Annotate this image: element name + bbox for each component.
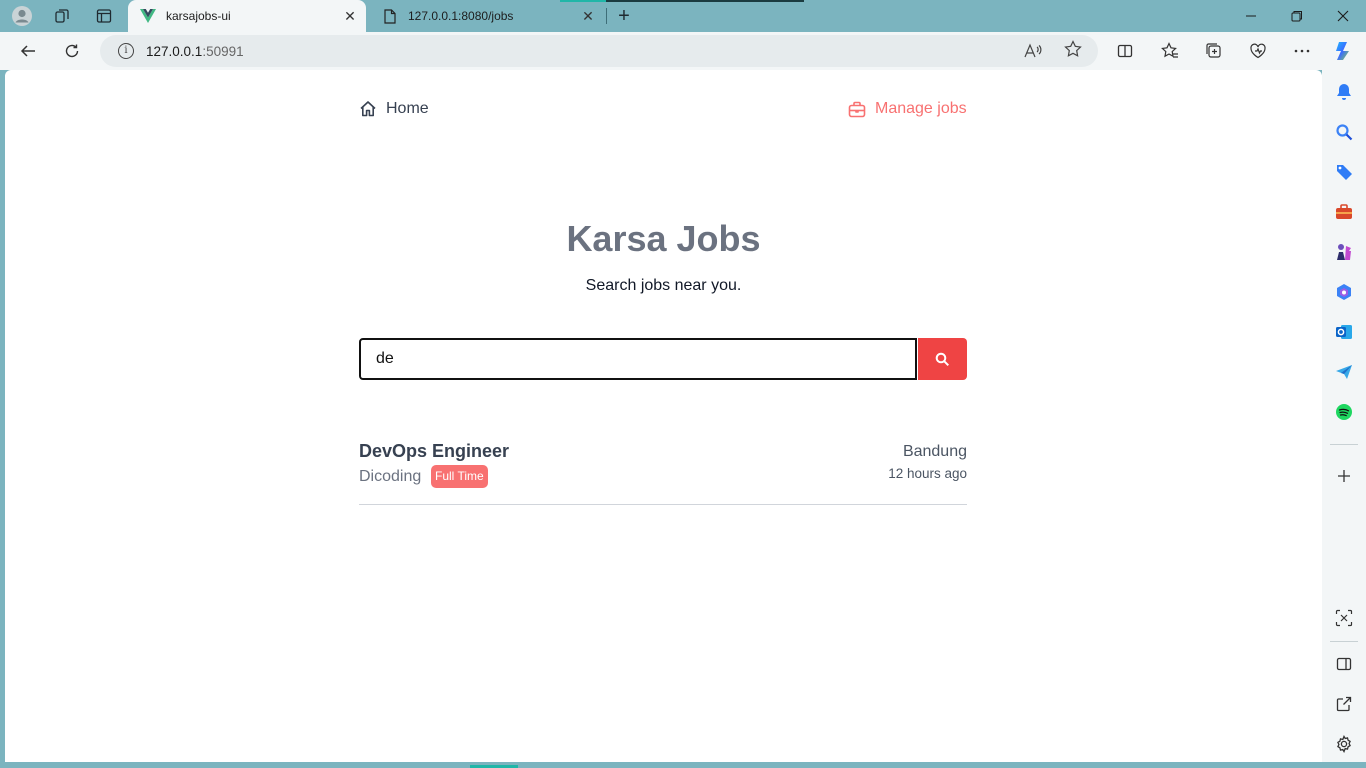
workspaces-icon[interactable] [48, 4, 76, 28]
read-aloud-icon[interactable] [1024, 43, 1042, 62]
briefcase-icon [848, 101, 866, 117]
page-title: Karsa Jobs [566, 218, 761, 259]
job-list-item[interactable]: DevOps Engineer Dicoding Full Time Bandu… [359, 438, 967, 505]
refresh-button[interactable] [58, 37, 86, 65]
close-window-button[interactable] [1320, 0, 1366, 32]
address-bar[interactable]: i 127.0.0.1:50991 [100, 35, 1098, 67]
profile-avatar-icon[interactable] [8, 4, 36, 28]
page-subtitle: Search jobs near you. [585, 277, 742, 294]
favorite-star-icon[interactable] [1064, 40, 1082, 63]
nav-manage-label: Manage jobs [875, 100, 967, 117]
spotify-icon[interactable] [1332, 400, 1356, 424]
nav-home-link[interactable]: Home [359, 100, 429, 118]
home-icon [360, 101, 376, 117]
vue-logo-icon [140, 8, 156, 24]
more-menu-icon[interactable] [1288, 37, 1316, 65]
job-location: Bandung [902, 443, 967, 460]
tab-karsajobs[interactable]: karsajobs-ui ✕ [128, 0, 366, 32]
taskbar-edge [0, 762, 1366, 768]
close-tab-icon[interactable]: ✕ [340, 8, 360, 25]
sidebar-divider [1330, 641, 1358, 642]
job-search-input[interactable] [359, 338, 917, 380]
tab-loading-bar [560, 0, 804, 2]
search-icon [935, 352, 950, 366]
search-button[interactable] [918, 338, 967, 380]
address-url: 127.0.0.1:50991 [146, 43, 244, 59]
tab-jobs-api[interactable]: 127.0.0.1:8080/jobs ✕ [370, 0, 604, 32]
sidebar-search-icon[interactable] [1332, 120, 1356, 144]
nav-home-label: Home [386, 100, 429, 117]
copilot-icon[interactable] [1330, 37, 1358, 65]
open-external-icon[interactable] [1332, 692, 1356, 716]
restore-button[interactable] [1274, 0, 1320, 32]
tab-title: karsajobs-ui [166, 9, 231, 23]
tab-separator [606, 8, 607, 24]
browser-toolbar: i 127.0.0.1:50991 [0, 32, 1366, 70]
collections-icon[interactable] [1200, 37, 1228, 65]
browser-essentials-icon[interactable] [1244, 37, 1272, 65]
minimize-button[interactable] [1228, 0, 1274, 32]
outlook-icon[interactable] [1332, 320, 1356, 344]
page-viewport: Home Manage jobs Karsa Jobs Search jobs … [5, 70, 1322, 762]
split-screen-icon[interactable] [1111, 37, 1139, 65]
favorites-icon[interactable] [1156, 37, 1184, 65]
page-icon [382, 8, 398, 24]
job-company: Dicoding [359, 468, 422, 485]
screenshot-capture-icon[interactable] [1332, 606, 1356, 630]
games-chess-icon[interactable] [1332, 240, 1356, 264]
tab-title: 127.0.0.1:8080/jobs [408, 9, 514, 23]
browser-titlebar: karsajobs-ui ✕ 127.0.0.1:8080/jobs ✕ + [0, 0, 1366, 32]
shopping-tag-icon[interactable] [1332, 160, 1356, 184]
tab-actions-icon[interactable] [90, 4, 118, 28]
sidebar-divider [1330, 444, 1358, 445]
notifications-bell-icon[interactable] [1332, 80, 1356, 104]
sidebar-settings-gear-icon[interactable] [1332, 732, 1356, 756]
close-tab-icon[interactable]: ✕ [578, 8, 598, 25]
tools-briefcase-icon[interactable] [1332, 200, 1356, 224]
back-button[interactable] [14, 37, 42, 65]
nav-manage-jobs-link[interactable]: Manage jobs [848, 100, 967, 118]
new-tab-button[interactable]: + [612, 4, 636, 28]
sidebar-add-icon[interactable] [1332, 464, 1356, 488]
send-drop-icon[interactable] [1332, 360, 1356, 384]
job-title[interactable]: DevOps Engineer [359, 441, 509, 462]
job-posted-time: 12 hours ago [888, 466, 967, 481]
sidebar-panel-icon[interactable] [1332, 652, 1356, 676]
microsoft365-icon[interactable] [1332, 280, 1356, 304]
site-info-icon[interactable]: i [118, 43, 134, 59]
job-type-badge: Full Time [431, 465, 488, 488]
edge-sidebar [1322, 70, 1366, 762]
